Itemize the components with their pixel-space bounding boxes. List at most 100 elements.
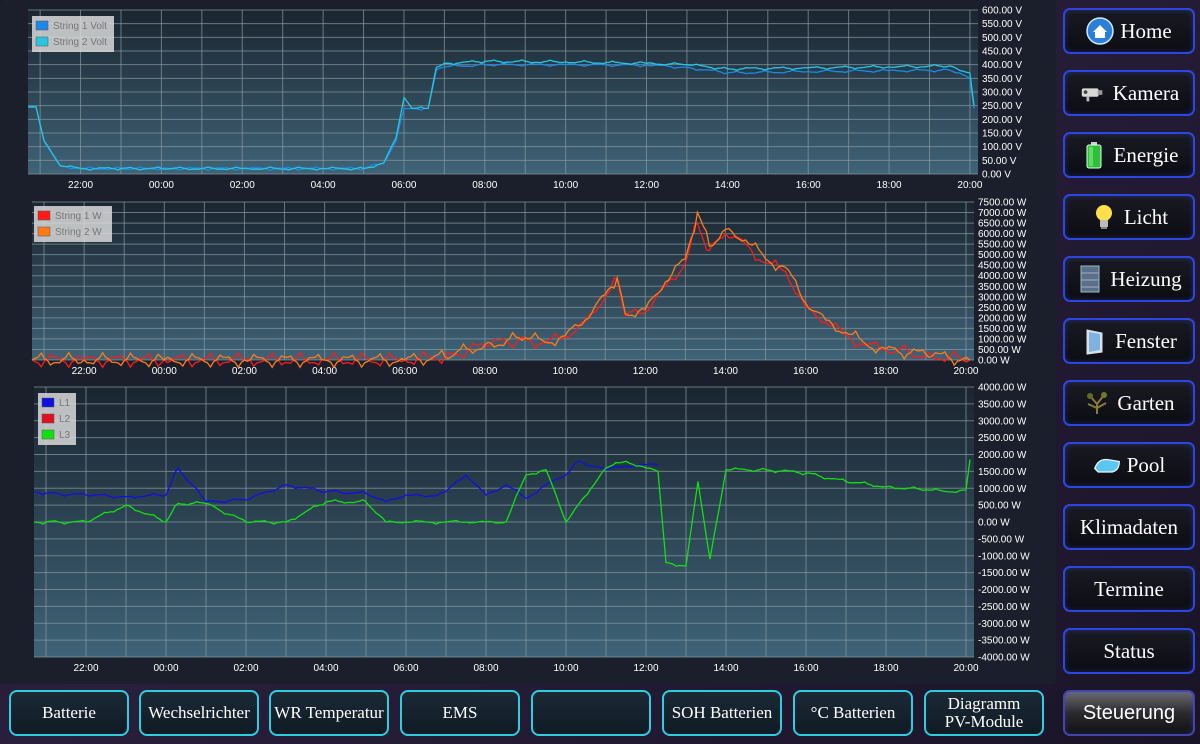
chart-legend: String 1 W String 2 W (34, 206, 112, 242)
y-tick-label: 400.00 V (982, 60, 1022, 71)
tab-button-6[interactable]: SOH Batterien (662, 690, 782, 736)
y-tick-label: 3000.00 W (978, 292, 1027, 303)
pool-icon (1093, 451, 1121, 479)
legend-swatch (41, 413, 55, 424)
y-tick-label: 1500.00 W (978, 324, 1027, 335)
y-tick-label: 2500.00 W (978, 303, 1027, 314)
tab-button-4[interactable]: EMS (400, 690, 520, 736)
plant-icon (1083, 389, 1111, 417)
y-tick-label: 5500.00 W (978, 240, 1027, 251)
x-tick-label: 10:00 (553, 663, 578, 674)
nav-item-status[interactable]: Status (1063, 628, 1195, 674)
nav-item-steuerung[interactable]: Steuerung (1063, 690, 1195, 736)
nav-item-label: Kamera (1112, 80, 1180, 105)
y-tick-label: 450.00 V (982, 47, 1022, 58)
y-tick-label: 500.00 W (978, 345, 1021, 356)
y-tick-label: 6000.00 W (978, 229, 1027, 240)
battery-icon (1080, 141, 1108, 169)
x-tick-label: 14:00 (715, 180, 740, 191)
phase-power-chart: 4000.00 W 3500.00 W 3000.00 W 2500.00 W 2000… (18, 383, 1048, 679)
x-tick-label: 10:00 (553, 366, 578, 377)
y-tick-label: 4000.00 W (978, 383, 1027, 394)
y-tick-label: -1500.00 W (978, 568, 1030, 579)
y-tick-label: -3500.00 W (978, 636, 1030, 647)
y-tick-label: 500.00 V (982, 33, 1022, 44)
x-tick-label: 00:00 (153, 663, 178, 674)
y-tick-label: 550.00 V (982, 19, 1022, 30)
nav-item-heizung[interactable]: Heizung (1063, 256, 1195, 302)
lightbulb-icon (1090, 203, 1118, 231)
nav-item-klimadaten[interactable]: Klimadaten (1063, 504, 1195, 550)
nav-item-label: Garten (1117, 390, 1175, 415)
y-tick-label: 3500.00 W (978, 399, 1027, 410)
nav-item-label: Energie (1113, 142, 1179, 167)
nav-item-label: Status (1103, 638, 1155, 663)
tab-button-2[interactable]: Wechselrichter (139, 690, 259, 736)
nav-item-energie[interactable]: Energie (1063, 132, 1195, 178)
x-tick-label: 12:00 (634, 180, 659, 191)
x-tick-label: 20:00 (953, 663, 978, 674)
nav-item-licht[interactable]: Licht (1063, 194, 1195, 240)
heater-icon (1076, 265, 1104, 293)
tab-button-5[interactable] (531, 690, 651, 736)
y-tick-label: -4000.00 W (978, 653, 1030, 664)
x-tick-label: 00:00 (149, 180, 174, 191)
legend-swatch (41, 397, 55, 408)
nav-item-termine[interactable]: Termine (1063, 566, 1195, 612)
y-tick-label: 1500.00 W (978, 467, 1027, 478)
y-tick-label: 5000.00 W (978, 250, 1027, 261)
x-tick-label: 00:00 (152, 366, 177, 377)
x-tick-label: 16:00 (796, 180, 821, 191)
nav-item-garten[interactable]: Garten (1063, 380, 1195, 426)
tab-button-7[interactable]: °C Batterien (793, 690, 913, 736)
x-tick-label: 22:00 (73, 663, 98, 674)
legend-swatch (35, 36, 49, 47)
x-tick-label: 08:00 (473, 663, 498, 674)
nav-item-pool[interactable]: Pool (1063, 442, 1195, 488)
tab-button-3[interactable]: WR Temperatur (269, 690, 389, 736)
power-chart: 7500.00 W 7000.00 W 6500.00 W 6000.00 W 5500… (18, 196, 1048, 381)
x-tick-label: 06:00 (393, 663, 418, 674)
y-tick-label: 2000.00 W (978, 313, 1027, 324)
y-tick-label: 1000.00 W (978, 334, 1027, 345)
legend-swatch (35, 20, 49, 31)
x-tick-label: 18:00 (873, 663, 898, 674)
y-tick-label: 3500.00 W (978, 282, 1027, 293)
y-tick-label: 200.00 V (982, 115, 1022, 126)
nav-item-label: Heizung (1110, 266, 1182, 291)
nav-item-label: Steuerung (1082, 701, 1176, 724)
y-tick-label: -1000.00 W (978, 551, 1030, 562)
x-tick-label: 20:00 (953, 366, 978, 377)
chart-svg: 7500.00 W7000.00 W6500.00 W6000.00 W5500… (31, 198, 1027, 377)
home-icon (1086, 17, 1115, 45)
window-icon (1081, 327, 1109, 355)
legend-swatch (37, 226, 51, 237)
y-tick-label: 600.00 V (982, 6, 1022, 17)
y-tick-label: 0.00 W (978, 356, 1010, 367)
y-tick-label: -3000.00 W (978, 619, 1030, 630)
nav-item-kamera[interactable]: Kamera (1063, 70, 1195, 116)
nav-item-fenster[interactable]: Fenster (1063, 318, 1195, 364)
side-navigation: Home Kamera Energie Licht Heizung Fenster Gart… (1060, 0, 1200, 744)
legend-label: L2 (59, 414, 71, 425)
y-tick-label: 350.00 V (982, 74, 1022, 85)
y-tick-label: 2500.00 W (978, 433, 1027, 444)
x-tick-label: 18:00 (873, 366, 898, 377)
chart-panel: 600.00 V 550.00 V 500.00 V 450.00 V 400.00 V… (0, 0, 1056, 684)
x-tick-label: 14:00 (713, 663, 738, 674)
x-tick-label: 22:00 (68, 180, 93, 191)
y-tick-label: 300.00 V (982, 88, 1022, 99)
nav-item-label: Klimadaten (1080, 514, 1178, 539)
x-tick-label: 02:00 (232, 366, 257, 377)
y-tick-label: 100.00 V (982, 142, 1022, 153)
x-tick-label: 08:00 (472, 180, 497, 191)
nav-item-home[interactable]: Home (1063, 8, 1195, 54)
tab-button-1[interactable]: Batterie (9, 690, 129, 736)
tab-button-8[interactable]: Diagramm PV-Module (924, 690, 1044, 736)
x-tick-label: 10:00 (553, 180, 578, 191)
x-tick-label: 16:00 (793, 663, 818, 674)
y-tick-label: 0.00 W (978, 518, 1010, 529)
x-tick-label: 02:00 (233, 663, 258, 674)
x-tick-label: 20:00 (957, 180, 982, 191)
nav-item-label: Fenster (1115, 328, 1177, 353)
